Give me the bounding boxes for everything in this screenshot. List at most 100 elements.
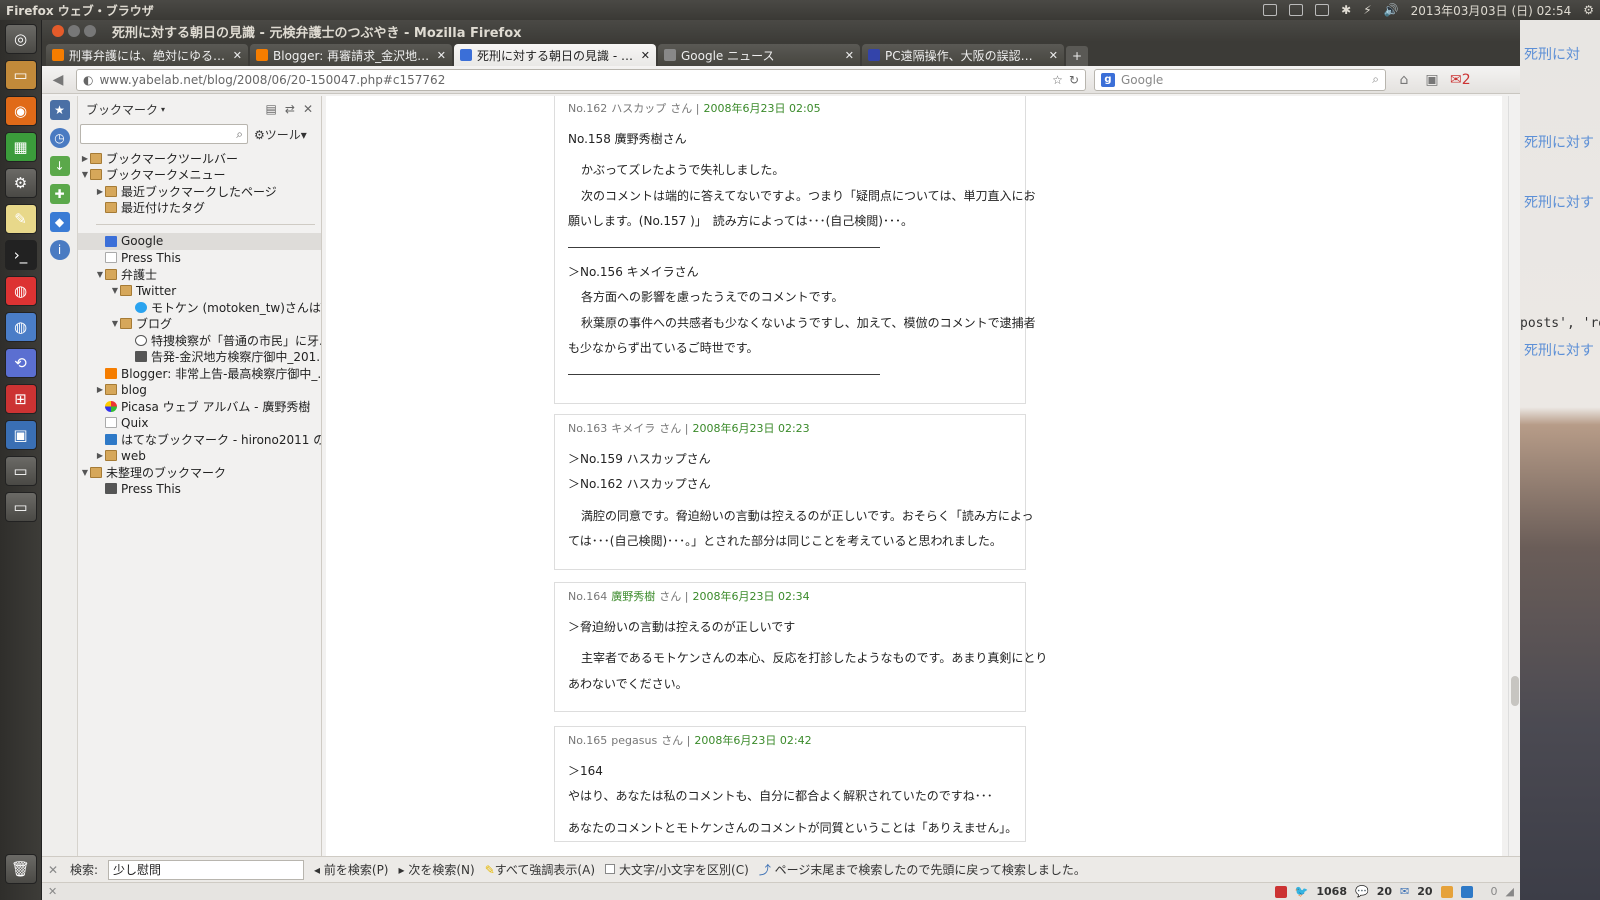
battery-icon[interactable] (1315, 4, 1330, 16)
tools-menu-button[interactable]: ⚙ツール▾ (254, 126, 307, 143)
settings-icon[interactable]: ⚙ (4, 168, 37, 198)
windows-app-icon[interactable]: ⊞ (4, 384, 37, 414)
bookmark-folder[interactable]: ▼ Twitter (78, 283, 321, 300)
bookmark-folder[interactable]: ▼ ブログ (78, 316, 321, 333)
minimize-window-button[interactable] (68, 25, 80, 37)
sidebar-view-icon[interactable]: ▤ (266, 102, 277, 116)
tab[interactable]: Google ニュース ✕ (658, 44, 860, 66)
chevron-down-icon[interactable]: ▾ (161, 105, 165, 114)
expand-twisty-icon[interactable]: ▶ (80, 154, 90, 163)
puzzle-icon[interactable]: ◆ (49, 212, 70, 232)
url-text[interactable]: www.yabelab.net/blog/2008/06/20-150047.p… (99, 73, 1046, 87)
expand-twisty-icon[interactable]: ▶ (95, 187, 105, 196)
vertical-scrollbar[interactable] (1508, 96, 1520, 856)
close-window-button[interactable] (52, 25, 64, 37)
comment-permalink-date[interactable]: 2008年6月23日 02:42 (694, 732, 811, 748)
bookmark-item[interactable]: Press This (78, 481, 321, 498)
close-tab-icon[interactable]: ✕ (641, 49, 650, 62)
find-input[interactable]: 少し慰問 (108, 859, 305, 880)
url-bar[interactable]: ◐ www.yabelab.net/blog/2008/06/20-150047… (76, 68, 1086, 91)
expand-twisty-icon[interactable]: ▼ (110, 319, 120, 328)
trash-icon[interactable]: 🗑 (4, 854, 37, 884)
comment-author[interactable]: 廣野秀樹 (611, 588, 655, 604)
find-prev-button[interactable]: ◂ 前を検索(P) (314, 861, 388, 878)
chrome-icon[interactable]: ◍ (4, 276, 37, 306)
drive-icon[interactable]: ▭ (4, 456, 37, 486)
site-identity-icon[interactable]: ◐ (83, 73, 93, 87)
resize-grip-icon[interactable]: ◢ (1506, 885, 1514, 898)
reply-icon[interactable]: 💬 (1355, 885, 1369, 898)
reload-icon[interactable]: ↻ (1069, 73, 1079, 87)
sidebar-title[interactable]: ブックマーク (86, 101, 158, 118)
spreadsheet-icon[interactable]: ▦ (4, 132, 37, 162)
bookmark-item[interactable]: 特捜検察が「普通の市民」に牙... (78, 332, 321, 349)
close-tab-icon[interactable]: ✕ (437, 49, 446, 62)
tab[interactable]: PC遠隔操作、大阪の誤認逮... ✕ (862, 44, 1064, 66)
bookmark-folder[interactable]: ▶ 最近ブックマークしたページ (78, 183, 321, 200)
bookmark-item[interactable]: はてなブックマーク - hirono2011 のブ... (78, 431, 321, 448)
drive-icon[interactable]: ▭ (4, 492, 37, 522)
terminal-icon[interactable]: ›_ (4, 240, 37, 270)
bookmark-folder[interactable]: ▶ web (78, 448, 321, 465)
close-findbar-icon[interactable]: ✕ (46, 863, 60, 877)
addon-icon[interactable]: ▣ (1422, 72, 1442, 88)
chromium-icon[interactable]: ◍ (4, 312, 37, 342)
bookmark-folder[interactable]: ▼ ブックマークメニュー (78, 167, 321, 184)
back-button[interactable]: ◀ (48, 72, 68, 88)
sidebar-sync-icon[interactable]: ⇄ (285, 102, 295, 116)
bookmark-item[interactable]: Picasa ウェブ アルバム - 廣野秀樹 (78, 398, 321, 415)
downloads-icon[interactable]: ↓ (49, 156, 70, 176)
bookmark-folder[interactable]: ▶ blog (78, 382, 321, 399)
bookmark-item[interactable]: モトケン (motoken_tw)さんはT... (78, 299, 321, 316)
find-next-button[interactable]: ▸ 次を検索(N) (399, 861, 475, 878)
text-editor-icon[interactable]: ✎ (4, 204, 37, 234)
remote-desktop-icon[interactable]: ⟲ (4, 348, 37, 378)
expand-twisty-icon[interactable]: ▶ (95, 451, 105, 460)
bookmark-folder[interactable]: ▶ ブックマークツールバー (78, 150, 321, 167)
expand-twisty-icon[interactable]: ▼ (95, 270, 105, 279)
history-icon[interactable]: ◷ (49, 128, 70, 148)
twitter-icon[interactable]: 🐦 (1295, 885, 1309, 898)
comment-permalink-date[interactable]: 2008年6月23日 02:23 (692, 420, 809, 436)
bookmark-folder[interactable]: 最近付けたタグ (78, 200, 321, 217)
clock[interactable]: 2013年03月03日 (日) 02:54 (1411, 2, 1572, 19)
expand-twisty-icon[interactable]: ▼ (80, 468, 90, 477)
bookmark-item[interactable]: Press This (78, 250, 321, 267)
close-statusbar-icon[interactable]: ✕ (48, 885, 57, 898)
bookmark-item[interactable]: 告発-金沢地方検察庁御中_201... (78, 349, 321, 366)
gear-icon[interactable]: ⚙ (1583, 3, 1594, 17)
close-sidebar-icon[interactable]: ✕ (303, 102, 313, 116)
files-icon[interactable]: ▭ (4, 60, 37, 90)
window-titlebar[interactable]: 死刑に対する朝日の見識 - 元検弁護士のつぶやき - Mozilla Firef… (42, 20, 1520, 42)
bluetooth-icon[interactable]: ✱ (1341, 3, 1351, 17)
comment-permalink-date[interactable]: 2008年6月23日 02:05 (703, 100, 820, 116)
bookmark-item[interactable]: Blogger: 非常上告-最高検察庁御中_... (78, 365, 321, 382)
tab[interactable]: Blogger: 再審請求_金沢地方... ✕ (250, 44, 452, 66)
info-icon[interactable]: i (49, 240, 70, 260)
firefox-icon[interactable]: ◉ (4, 96, 37, 126)
close-tab-icon[interactable]: ✕ (1049, 49, 1058, 62)
search-bar[interactable]: g Google ⌕ (1094, 68, 1386, 91)
addon-icon[interactable] (1274, 885, 1287, 898)
gmail-notifier-icon[interactable]: ✉2 (1450, 72, 1471, 88)
volume-icon[interactable]: 🔊 (1384, 3, 1399, 17)
new-tab-button[interactable]: + (1066, 46, 1088, 66)
hatena-icon[interactable] (1460, 885, 1473, 898)
expand-twisty-icon[interactable]: ▼ (80, 170, 90, 179)
checkbox-icon[interactable] (605, 864, 616, 874)
bookmark-folder[interactable]: ▼ 弁護士 (78, 266, 321, 283)
match-case-checkbox[interactable]: 大文字/小文字を区別(C) (605, 861, 749, 878)
search-engine-icon[interactable]: g (1101, 72, 1115, 87)
expand-twisty-icon[interactable]: ▶ (95, 385, 105, 394)
mail-icon[interactable]: ✉ (1400, 885, 1409, 898)
bookmark-folder[interactable]: ▼ 未整理のブックマーク (78, 464, 321, 481)
bookmark-search-input[interactable]: ⌕ (80, 124, 248, 144)
close-tab-icon[interactable]: ✕ (845, 49, 854, 62)
addons-icon[interactable]: ✚ (49, 184, 70, 204)
close-tab-icon[interactable]: ✕ (233, 49, 242, 62)
dash-home-icon[interactable]: ◎ (4, 24, 37, 54)
comment-permalink-date[interactable]: 2008年6月23日 02:34 (692, 588, 809, 604)
keyboard-indicator-icon[interactable] (1263, 4, 1278, 16)
tab[interactable]: 刑事弁護には、絶対にゆるが... ✕ (46, 44, 248, 66)
bookmark-star-icon[interactable]: ☆ (1052, 73, 1063, 87)
